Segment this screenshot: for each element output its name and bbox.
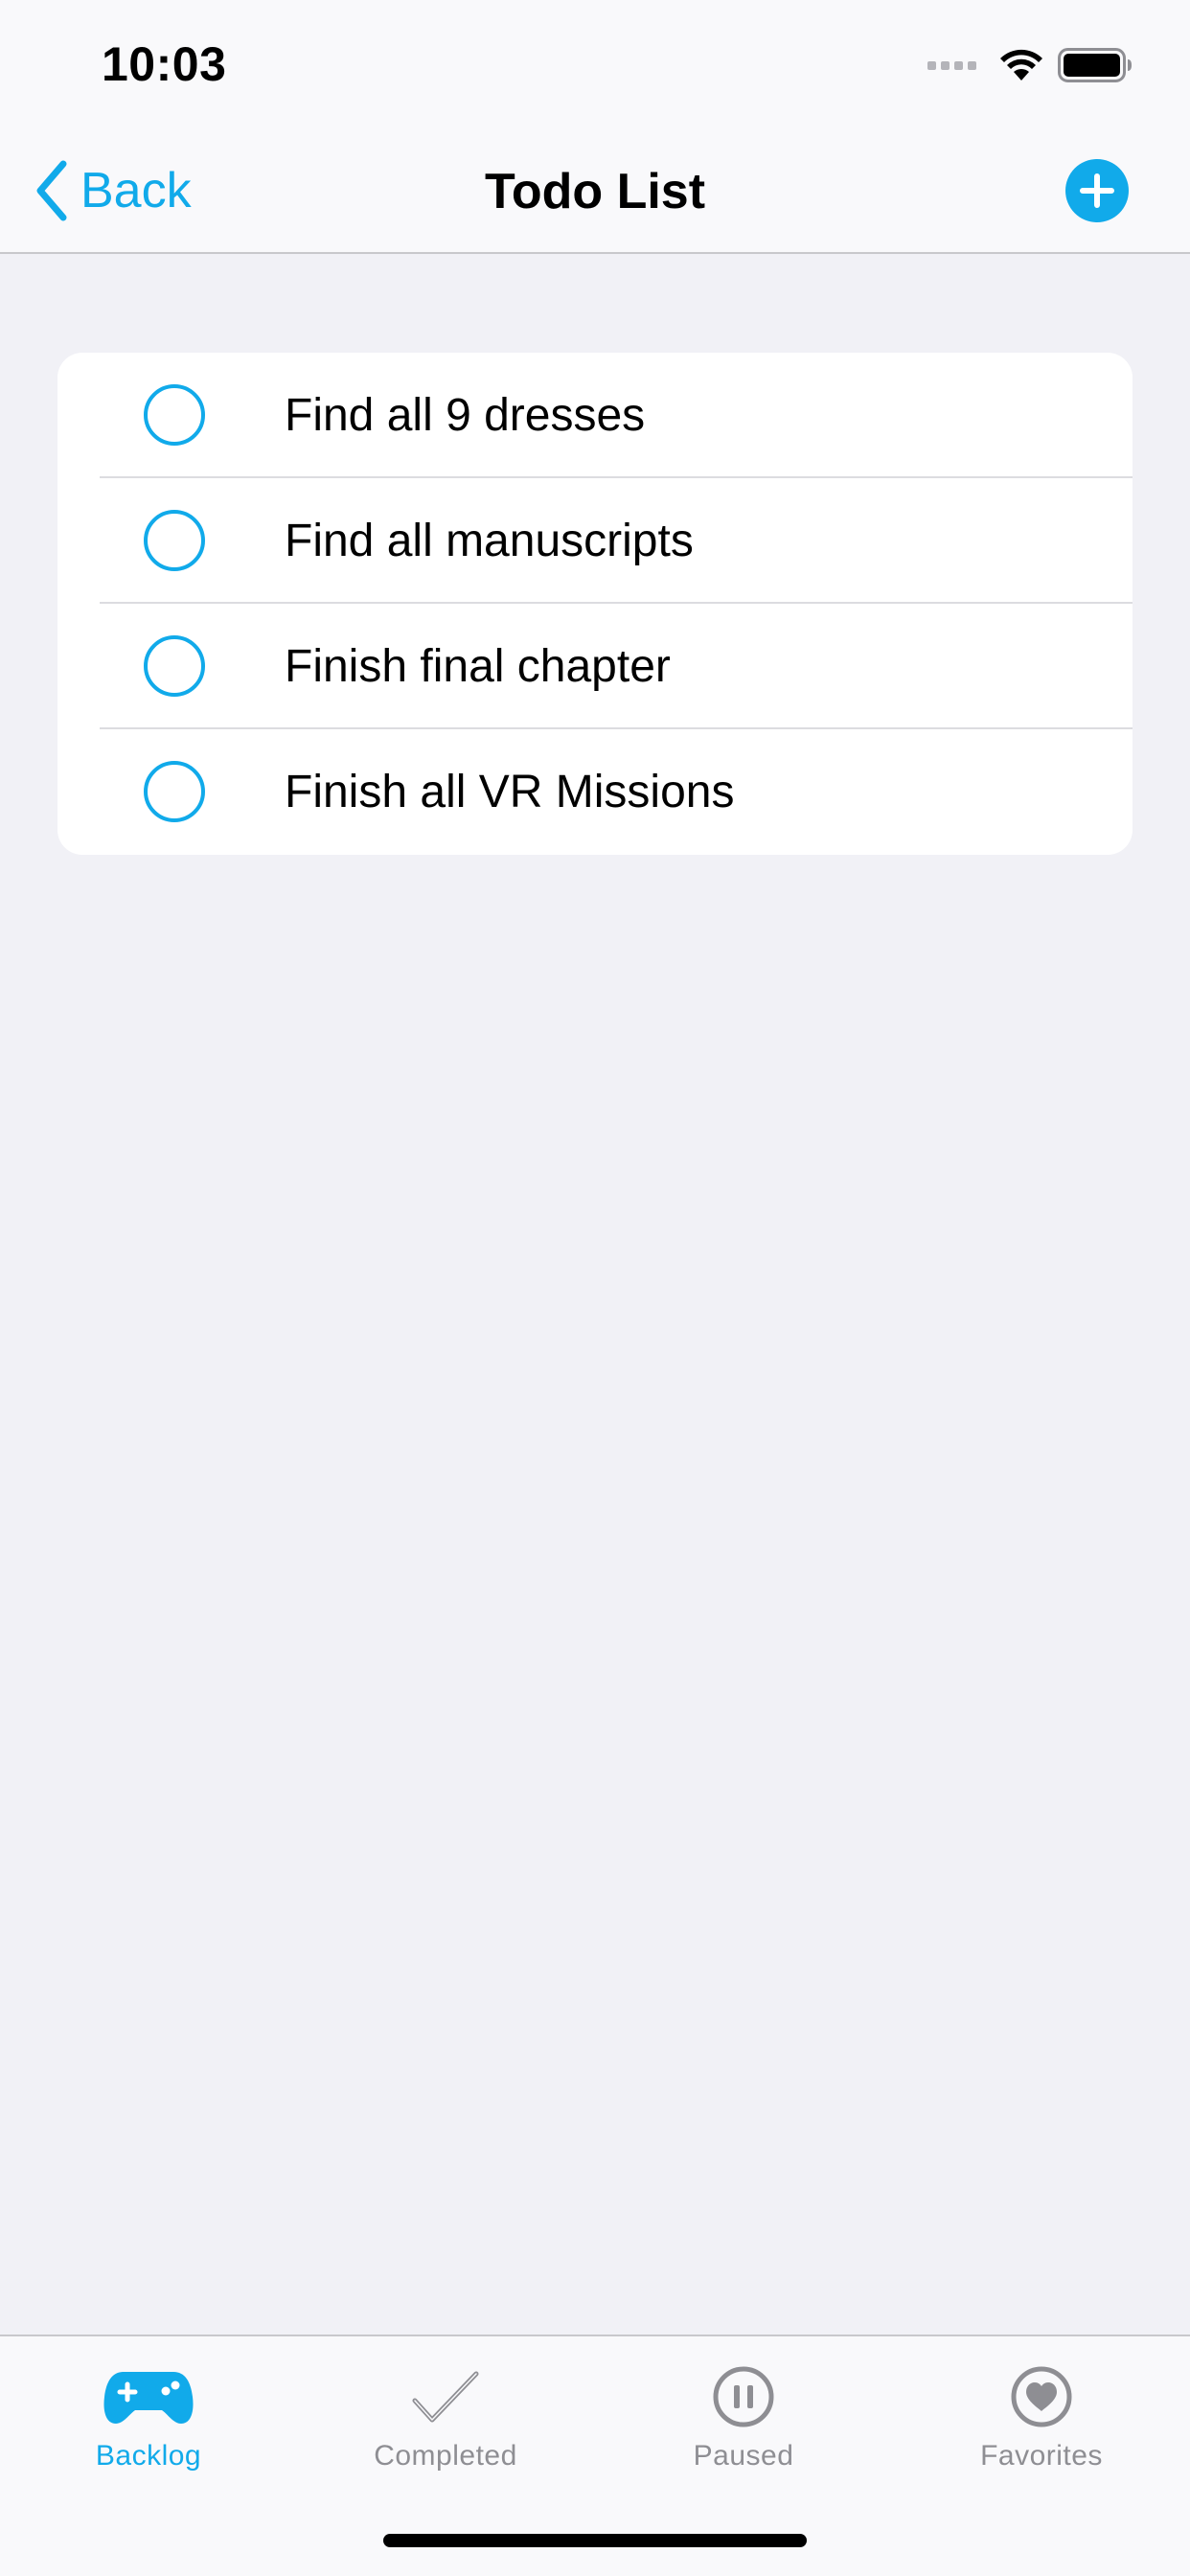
add-todo-button[interactable] xyxy=(1065,159,1129,222)
status-bar: 10:03 xyxy=(0,0,1190,126)
todo-item[interactable]: Find all 9 dresses xyxy=(57,353,1133,478)
checkmark-icon xyxy=(412,2371,479,2423)
todo-list-screen: 10:03 Back Todo List Find all 9 dresses … xyxy=(0,0,1190,2576)
todo-item[interactable]: Finish all VR Missions xyxy=(57,729,1133,855)
plus-icon xyxy=(1080,173,1114,208)
todo-list: Find all 9 dresses Find all manuscripts … xyxy=(57,353,1133,855)
status-time: 10:03 xyxy=(102,37,227,91)
gamepad-icon xyxy=(103,2372,194,2424)
todo-item-label: Find all manuscripts xyxy=(285,516,694,566)
tab-favorites[interactable]: Favorites xyxy=(893,2336,1190,2490)
pause-circle-icon xyxy=(713,2366,774,2427)
todo-item[interactable]: Find all manuscripts xyxy=(57,478,1133,604)
navigation-bar: Back Todo List xyxy=(0,126,1190,254)
cellular-signal-icon xyxy=(927,60,981,70)
unchecked-circle-icon[interactable] xyxy=(144,510,205,571)
page-title: Todo List xyxy=(484,164,706,219)
home-indicator[interactable] xyxy=(383,2534,807,2547)
unchecked-circle-icon[interactable] xyxy=(144,384,205,446)
tab-completed[interactable]: Completed xyxy=(297,2336,594,2490)
todo-item[interactable]: Finish final chapter xyxy=(57,604,1133,729)
todo-item-label: Finish final chapter xyxy=(285,641,671,692)
todo-item-label: Find all 9 dresses xyxy=(285,390,646,441)
tab-label: Completed xyxy=(374,2440,517,2472)
todo-item-label: Finish all VR Missions xyxy=(285,767,735,817)
unchecked-circle-icon[interactable] xyxy=(144,761,205,822)
tab-label: Backlog xyxy=(95,2440,202,2472)
tab-paused[interactable]: Paused xyxy=(595,2336,892,2490)
wifi-icon xyxy=(1000,49,1042,80)
status-icons xyxy=(927,42,1133,88)
unchecked-circle-icon[interactable] xyxy=(144,635,205,697)
heart-circle-icon xyxy=(1011,2366,1072,2427)
tab-label: Paused xyxy=(693,2440,794,2472)
tab-backlog[interactable]: Backlog xyxy=(0,2336,297,2490)
tab-label: Favorites xyxy=(980,2440,1103,2472)
battery-icon xyxy=(1058,48,1132,82)
